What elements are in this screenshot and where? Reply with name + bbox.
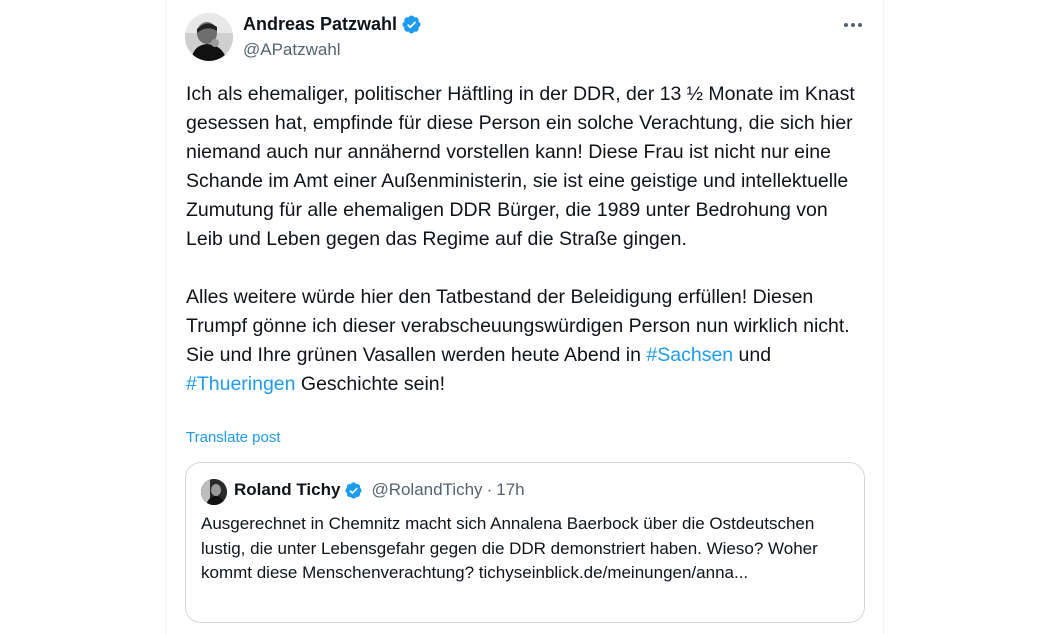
quoted-author-avatar[interactable] — [201, 479, 227, 505]
verified-badge-icon — [402, 15, 421, 34]
translate-post-link[interactable]: Translate post — [186, 429, 281, 446]
more-options-icon[interactable] — [838, 12, 868, 38]
post-text: Ich als ehemaliger, politischer Häftling… — [186, 80, 866, 399]
quoted-post-header: Roland Tichy @RolandTichy · 17h — [234, 480, 525, 500]
author-avatar[interactable] — [185, 13, 233, 61]
post-paragraph-1: Ich als ehemaliger, politischer Häftling… — [186, 83, 855, 250]
quoted-author-name[interactable]: Roland Tichy — [234, 480, 340, 500]
hashtag-thueringen-link[interactable]: #Thueringen — [186, 373, 296, 395]
separator-dot: · — [486, 480, 493, 499]
author-handle[interactable]: @APatzwahl — [243, 40, 341, 60]
post-paragraph-2: Alles weitere würde hier den Tatbestand … — [186, 283, 866, 399]
quoted-post-card[interactable]: Roland Tichy @RolandTichy · 17h Ausgerec… — [185, 462, 865, 623]
hashtag-sachsen-link[interactable]: #Sachsen — [646, 344, 733, 366]
post-text-segment: Geschichte sein! — [295, 373, 446, 395]
quoted-post-time[interactable]: 17h — [496, 480, 524, 500]
author-name[interactable]: Andreas Patzwahl — [243, 14, 397, 35]
quoted-post-text: Ausgerechnet in Chemnitz macht sich Anna… — [201, 514, 818, 582]
author-name-row: Andreas Patzwahl — [243, 14, 422, 35]
post-text-segment: und — [733, 344, 772, 366]
verified-badge-icon — [345, 481, 363, 499]
quoted-author-handle[interactable]: @RolandTichy — [371, 480, 482, 500]
